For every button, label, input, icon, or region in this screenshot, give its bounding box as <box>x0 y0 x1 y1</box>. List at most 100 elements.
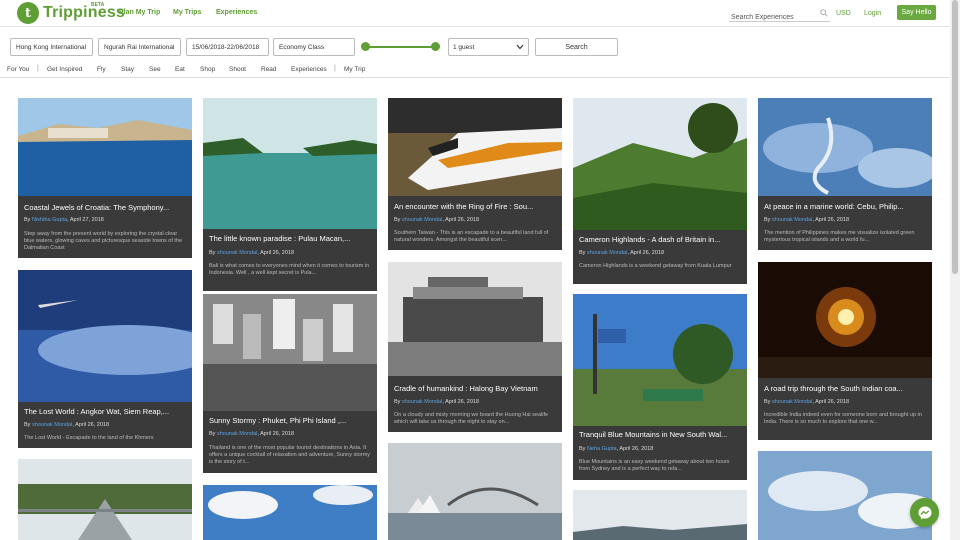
slider-track <box>364 46 436 48</box>
cabin-class-field[interactable]: Economy Class <box>273 38 355 56</box>
card-title[interactable]: Tranquil Blue Mountains in New South Wal… <box>579 430 743 439</box>
card-description: The Lost World - Escapade to the land of… <box>24 435 154 441</box>
tabs-divider <box>0 77 950 78</box>
tab-read[interactable]: Read <box>261 66 277 73</box>
card-description: Bali is what comes to everyones mind whe… <box>209 263 370 276</box>
tab-experiences[interactable]: Experiences <box>291 66 327 73</box>
author-link[interactable]: shounak Mondal <box>217 431 257 437</box>
by-label: By <box>764 217 772 223</box>
story-card-clouds[interactable] <box>758 451 932 540</box>
post-date: , April 26, 2018 <box>257 250 295 256</box>
story-card-south-india[interactable]: A road trip through the South Indian coa… <box>758 262 932 440</box>
post-date: , April 26, 2018 <box>257 431 295 437</box>
card-title[interactable]: Coastal Jewels of Croatia: The Symphony.… <box>24 203 188 212</box>
logo-mark: t <box>17 2 39 24</box>
destination-field[interactable]: Ngurah Rai International <box>98 38 181 56</box>
author-link[interactable]: shounak Mondal <box>217 250 257 256</box>
post-date: , April 26, 2018 <box>72 422 110 428</box>
tab-for-you[interactable]: For You <box>7 66 29 73</box>
card-image <box>18 270 192 402</box>
tab-my-trip[interactable]: My Trip <box>344 66 365 73</box>
card-image <box>573 294 747 426</box>
page-scrollbar[interactable] <box>950 0 960 540</box>
chevron-down-icon <box>516 44 524 50</box>
card-meta: By shounak Mondal, April 26, 2018 <box>209 250 294 256</box>
tab-eat[interactable]: Eat <box>175 66 185 73</box>
by-label: By <box>24 217 32 223</box>
tab-fly[interactable]: Fly <box>97 66 106 73</box>
card-title[interactable]: Sunny Stormy : Phuket, Phi Phi Island ,.… <box>209 416 373 425</box>
author-link[interactable]: shounak Mondal <box>402 217 442 223</box>
story-card-blue-mountains[interactable]: Tranquil Blue Mountains in New South Wal… <box>573 294 747 480</box>
slider-min-handle[interactable] <box>361 42 370 51</box>
card-meta: By shounak Mondal, April 26, 2018 <box>764 399 849 405</box>
story-card-sky[interactable] <box>203 485 377 540</box>
story-card-phuket[interactable]: Sunny Stormy : Phuket, Phi Phi Island ,.… <box>203 294 377 473</box>
card-image <box>573 98 747 230</box>
slider-max-handle[interactable] <box>431 42 440 51</box>
card-image <box>758 451 932 540</box>
post-date: , April 26, 2018 <box>442 217 480 223</box>
story-card-bridge[interactable] <box>18 459 192 540</box>
card-title[interactable]: Cradle of humankind : Halong Bay Vietnam <box>394 384 558 393</box>
search-icon[interactable] <box>820 9 828 17</box>
messenger-icon <box>918 506 931 519</box>
author-link[interactable]: Neha Gupta <box>587 446 617 452</box>
scrollbar-thumb[interactable] <box>952 0 958 274</box>
story-card-taiwan[interactable]: An encounter with the Ring of Fire : Sou… <box>388 98 562 250</box>
search-input[interactable] <box>729 10 815 25</box>
card-title[interactable]: The little known paradise : Pulau Macan,… <box>209 234 373 243</box>
card-title[interactable]: A road trip through the South Indian coa… <box>764 384 928 393</box>
nav-experiences[interactable]: Experiences <box>216 9 257 16</box>
story-card-sydney[interactable] <box>388 443 562 540</box>
story-card-hills[interactable] <box>573 490 747 540</box>
author-link[interactable]: shounak Mondal <box>402 399 442 405</box>
guests-select[interactable]: 1 guest <box>448 38 529 56</box>
card-title[interactable]: An encounter with the Ring of Fire : Sou… <box>394 202 558 211</box>
card-description: The mention of Philippines makes me visu… <box>764 230 915 243</box>
search-button[interactable]: Search <box>535 38 618 56</box>
card-image <box>388 443 562 540</box>
brand-logo[interactable]: t Trippiness BETA <box>17 2 125 24</box>
currency-selector[interactable]: USD <box>836 10 851 17</box>
tab-stay[interactable]: Stay <box>121 66 134 73</box>
tab-see[interactable]: See <box>149 66 161 73</box>
author-link[interactable]: shounak Mondal <box>772 399 812 405</box>
tab-shop[interactable]: Shop <box>200 66 215 73</box>
nav-my-trips[interactable]: My Trips <box>173 9 201 16</box>
login-link[interactable]: Login <box>864 10 881 17</box>
tab-shoot[interactable]: Shoot <box>229 66 246 73</box>
card-title[interactable]: The Lost World : Angkor Wat, Siem Reap,.… <box>24 407 188 416</box>
card-meta: By shounak Mondal, April 26, 2018 <box>394 217 479 223</box>
card-image <box>758 262 932 378</box>
by-label: By <box>579 250 587 256</box>
by-label: By <box>764 399 772 405</box>
story-card-pulau-macan[interactable]: The little known paradise : Pulau Macan,… <box>203 98 377 291</box>
story-card-angkor[interactable]: The Lost World : Angkor Wat, Siem Reap,.… <box>18 270 192 448</box>
messenger-chat-button[interactable] <box>910 498 939 527</box>
story-card-halong[interactable]: Cradle of humankind : Halong Bay Vietnam… <box>388 262 562 432</box>
author-link[interactable]: shounak Mondal <box>587 250 627 256</box>
card-title[interactable]: Cameron Highlands - A dash of Britain in… <box>579 235 743 244</box>
story-card-croatia[interactable]: Coastal Jewels of Croatia: The Symphony.… <box>18 98 192 258</box>
nav-plan-my-trip[interactable]: Plan My Trip <box>119 9 160 16</box>
story-card-cebu[interactable]: At peace in a marine world: Cebu, Philip… <box>758 98 932 250</box>
tab-get-inspired[interactable]: Get Inspired <box>47 66 82 73</box>
budget-slider[interactable] <box>360 38 442 56</box>
say-hello-button[interactable]: Say Hello <box>897 5 936 20</box>
by-label: By <box>579 446 587 452</box>
author-link[interactable]: Nishtha Gupta <box>32 217 67 223</box>
post-date: , April 26, 2018 <box>812 399 850 405</box>
card-title[interactable]: At peace in a marine world: Cebu, Philip… <box>764 202 928 211</box>
card-description: Step away from the present world by expl… <box>24 231 183 251</box>
card-image <box>388 98 562 196</box>
author-link[interactable]: shounak Mondal <box>772 217 812 223</box>
by-label: By <box>24 422 32 428</box>
origin-field[interactable]: Hong Kong International <box>10 38 93 56</box>
date-range-field[interactable]: 15/06/2018-22/06/2018 <box>186 38 269 56</box>
story-card-cameron[interactable]: Cameron Highlands - A dash of Britain in… <box>573 98 747 284</box>
post-date: , April 26, 2018 <box>616 446 654 452</box>
author-link[interactable]: shounak Mondal <box>32 422 72 428</box>
card-image <box>18 459 192 540</box>
card-meta: By Nishtha Gupta, April 27, 2018 <box>24 217 104 223</box>
